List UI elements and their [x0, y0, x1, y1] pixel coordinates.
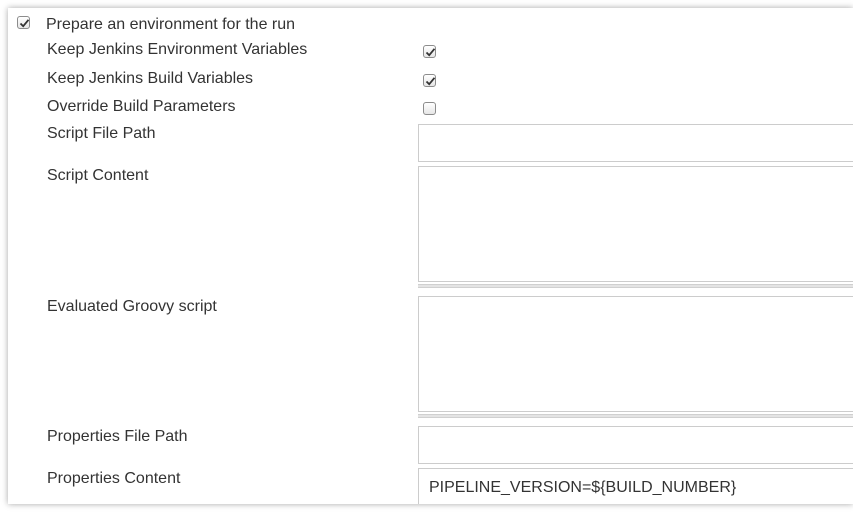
override-params-label: Override Build Parameters [47, 98, 236, 115]
script-content-textarea[interactable] [418, 166, 853, 282]
script-file-path-label: Script File Path [47, 125, 156, 142]
properties-file-path-input[interactable] [418, 426, 853, 464]
keep-env-vars-checkbox[interactable] [423, 45, 436, 58]
groovy-script-textarea[interactable] [418, 296, 853, 412]
override-params-checkbox[interactable] [423, 102, 436, 115]
properties-content-textarea[interactable]: PIPELINE_VERSION=${BUILD_NUMBER} [418, 468, 853, 504]
properties-content-label: Properties Content [47, 470, 181, 487]
script-content-resize-handle[interactable] [418, 284, 853, 288]
checkmark-icon [425, 77, 436, 86]
prepare-environment-checkbox[interactable] [17, 16, 30, 29]
environment-config-panel: Prepare an environment for the run Keep … [8, 8, 853, 504]
keep-build-vars-label: Keep Jenkins Build Variables [47, 70, 254, 87]
prepare-environment-label: Prepare an environment for the run [46, 16, 296, 33]
keep-env-vars-label: Keep Jenkins Environment Variables [47, 41, 308, 58]
script-file-path-input[interactable] [418, 124, 853, 162]
groovy-script-resize-handle[interactable] [418, 414, 853, 418]
checkmark-icon [425, 48, 436, 57]
script-content-label: Script Content [47, 167, 149, 184]
properties-content-value: PIPELINE_VERSION=${BUILD_NUMBER} [429, 479, 737, 496]
properties-file-path-label: Properties File Path [47, 428, 188, 445]
checkmark-icon [19, 19, 30, 28]
groovy-script-label: Evaluated Groovy script [47, 298, 217, 315]
keep-build-vars-checkbox[interactable] [423, 74, 436, 87]
